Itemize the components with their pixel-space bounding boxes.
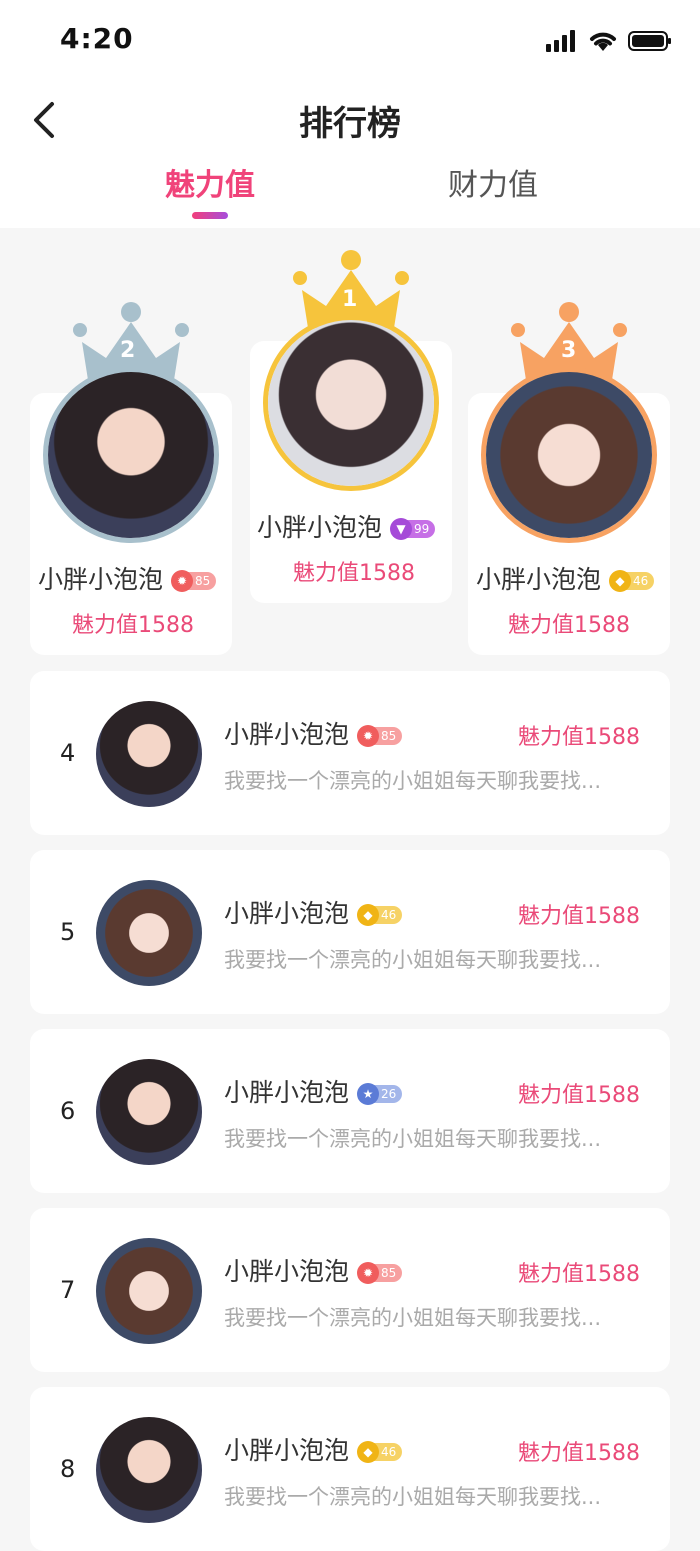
red-medal-icon: ✹ [356, 725, 379, 747]
tab-wealth[interactable]: 财力值 [448, 160, 538, 204]
header: 4:20 排行榜 魅力值 财力值 [0, 0, 700, 228]
podium-name-2: 小胖小泡泡 ✹ 85 [38, 560, 217, 596]
level-badge: ◆ 46 [356, 904, 403, 926]
rank-number: 6 [60, 1097, 76, 1125]
level-badge: ✹ 85 [170, 570, 217, 592]
level-badge: ◆ 46 [608, 570, 655, 592]
list-charm: 魅力值1588 [518, 1083, 640, 1108]
tab-charm[interactable]: 魅力值 [165, 160, 255, 204]
avatar[interactable] [263, 315, 439, 491]
rank-number: 5 [60, 918, 76, 946]
blue-medal-icon: ★ [356, 1083, 379, 1105]
avatar[interactable] [96, 880, 202, 986]
list-name: 小胖小泡泡 ◆ 46 [224, 894, 403, 930]
red-medal-icon: ✹ [356, 1262, 379, 1284]
list-description: 我要找一个漂亮的小姐姐每天聊我要找... [224, 1306, 602, 1330]
avatar[interactable] [481, 367, 657, 543]
red-medal-icon: ✹ [170, 570, 193, 592]
page-title: 排行榜 [299, 104, 401, 144]
signal-icon [546, 30, 575, 52]
avatar[interactable] [96, 1238, 202, 1344]
level-badge: ◆ 46 [356, 1441, 403, 1463]
list-item[interactable]: 8 小胖小泡泡 ◆ 46 魅力值1588 我要找一个漂亮的小姐姐每天聊我要找... [30, 1387, 670, 1551]
level-badge: ✹ 85 [356, 725, 403, 747]
list-item[interactable]: 5 小胖小泡泡 ◆ 46 魅力值1588 我要找一个漂亮的小姐姐每天聊我要找... [30, 850, 670, 1014]
list-name: 小胖小泡泡 ✹ 85 [224, 1252, 403, 1288]
tab-indicator [192, 212, 228, 219]
list-name: 小胖小泡泡 ◆ 46 [224, 1431, 403, 1467]
rank-1-label: 1 [342, 287, 358, 312]
avatar[interactable] [96, 1417, 202, 1523]
list-description: 我要找一个漂亮的小姐姐每天聊我要找... [224, 948, 602, 972]
list-item[interactable]: 6 小胖小泡泡 ★ 26 魅力值1588 我要找一个漂亮的小姐姐每天聊我要找... [30, 1029, 670, 1193]
list-charm: 魅力值1588 [518, 904, 640, 929]
gold-medal-icon: ◆ [356, 904, 379, 926]
status-icons [546, 30, 672, 52]
list-description: 我要找一个漂亮的小姐姐每天聊我要找... [224, 1485, 602, 1509]
battery-icon [628, 31, 671, 51]
rank-number: 7 [60, 1276, 76, 1304]
list-description: 我要找一个漂亮的小姐姐每天聊我要找... [224, 1127, 602, 1151]
list-charm: 魅力值1588 [518, 1262, 640, 1287]
list-charm: 魅力值1588 [518, 725, 640, 750]
status-time: 4:20 [60, 22, 134, 55]
rank-number: 8 [60, 1455, 76, 1483]
purple-gem-icon: ▼ [389, 518, 412, 540]
list-item[interactable]: 4 小胖小泡泡 ✹ 85 魅力值1588 我要找一个漂亮的小姐姐每天聊我要找... [30, 671, 670, 835]
avatar[interactable] [96, 701, 202, 807]
avatar[interactable] [96, 1059, 202, 1165]
list-description: 我要找一个漂亮的小姐姐每天聊我要找... [224, 769, 602, 793]
podium-charm-1: 魅力值1588 [293, 561, 415, 586]
podium-name-1: 小胖小泡泡 ▼ 99 [257, 508, 436, 544]
podium-charm-3: 魅力值1588 [508, 613, 630, 638]
podium-charm-2: 魅力值1588 [72, 613, 194, 638]
list-item[interactable]: 7 小胖小泡泡 ✹ 85 魅力值1588 我要找一个漂亮的小姐姐每天聊我要找... [30, 1208, 670, 1372]
level-badge: ▼ 99 [389, 518, 436, 540]
list-charm: 魅力值1588 [518, 1441, 640, 1466]
wifi-icon [590, 32, 616, 51]
level-badge: ★ 26 [356, 1083, 403, 1105]
podium-name-3: 小胖小泡泡 ◆ 46 [476, 560, 655, 596]
gold-medal-icon: ◆ [608, 570, 631, 592]
rank-number: 4 [60, 739, 76, 767]
avatar[interactable] [43, 367, 219, 543]
rank-3-label: 3 [561, 338, 577, 363]
level-badge: ✹ 85 [356, 1262, 403, 1284]
list-name: 小胖小泡泡 ✹ 85 [224, 715, 403, 751]
gold-medal-icon: ◆ [356, 1441, 379, 1463]
list-name: 小胖小泡泡 ★ 26 [224, 1073, 403, 1109]
rank-2-label: 2 [120, 338, 136, 363]
